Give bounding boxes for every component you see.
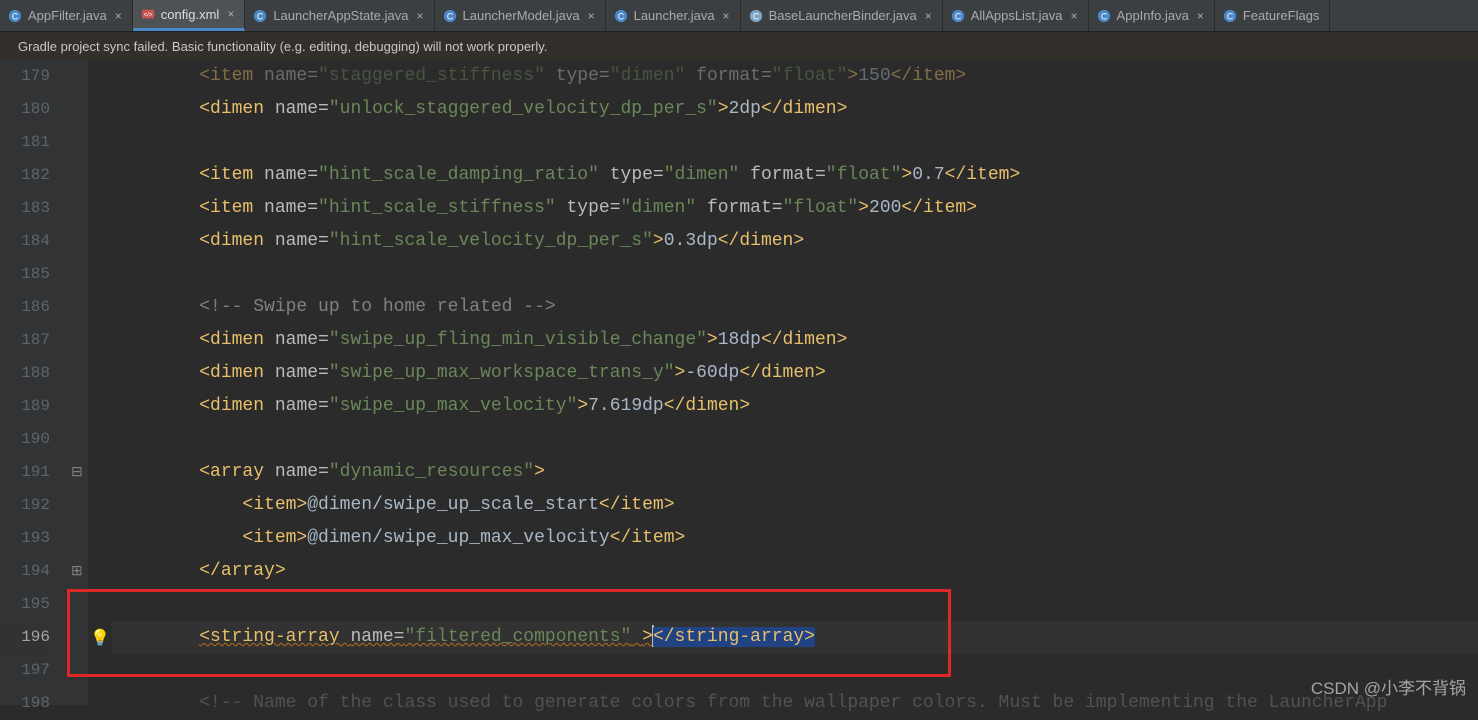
tab-label: AppInfo.java	[1117, 8, 1189, 23]
code-line[interactable]: <item name="staggered_stiffness" type="d…	[156, 60, 1478, 93]
close-icon[interactable]: ×	[416, 9, 423, 23]
tab-label: config.xml	[161, 7, 220, 22]
line-number: 194	[0, 555, 50, 588]
close-icon[interactable]: ×	[723, 9, 730, 23]
close-icon[interactable]: ×	[115, 9, 122, 23]
code-line[interactable]: <array name="dynamic_resources">	[156, 456, 1478, 489]
close-icon[interactable]: ×	[925, 9, 932, 23]
line-number: 184	[0, 225, 50, 258]
svg-text:C: C	[955, 11, 961, 21]
close-icon[interactable]: ×	[588, 9, 595, 23]
line-number: 193	[0, 522, 50, 555]
code-line[interactable]: <dimen name="unlock_staggered_velocity_d…	[156, 93, 1478, 126]
line-number: 181	[0, 126, 50, 159]
class-file-icon: C	[749, 9, 763, 23]
fold-close-icon[interactable]: ⊞	[71, 565, 85, 579]
svg-text:C: C	[446, 11, 452, 21]
close-icon[interactable]: ×	[1071, 9, 1078, 23]
fold-open-icon[interactable]: ⊟	[71, 466, 85, 480]
line-number: 190	[0, 423, 50, 456]
tab-appfilter-java[interactable]: C AppFilter.java ×	[0, 0, 133, 31]
tab-featureflags[interactable]: C FeatureFlags	[1215, 0, 1331, 31]
code-line[interactable]: <string-array name="filtered_components"…	[156, 621, 1478, 654]
tab-launchermodel-java[interactable]: C LauncherModel.java ×	[435, 0, 606, 31]
tab-baselauncherbinder-java[interactable]: C BaseLauncherBinder.java ×	[741, 0, 943, 31]
line-number: 196	[0, 621, 50, 654]
tab-label: AllAppsList.java	[971, 8, 1063, 23]
line-number: 188	[0, 357, 50, 390]
intention-column[interactable]: 💡	[88, 60, 112, 705]
tab-label: FeatureFlags	[1243, 8, 1320, 23]
line-number: 198	[0, 687, 50, 720]
tab-appinfo-java[interactable]: C AppInfo.java ×	[1089, 0, 1215, 31]
tab-label: BaseLauncherBinder.java	[769, 8, 917, 23]
tab-label: LauncherAppState.java	[273, 8, 408, 23]
code-line[interactable]: <dimen name="swipe_up_max_workspace_tran…	[156, 357, 1478, 390]
code-line[interactable]: <item>@dimen/swipe_up_scale_start</item>	[156, 489, 1478, 522]
code-line[interactable]	[156, 258, 1478, 291]
close-icon[interactable]: ×	[227, 7, 234, 21]
code-line[interactable]: <item name="hint_scale_stiffness" type="…	[156, 192, 1478, 225]
code-line[interactable]	[156, 588, 1478, 621]
code-line[interactable]: <item name="hint_scale_damping_ratio" ty…	[156, 159, 1478, 192]
class-file-icon: C	[614, 9, 628, 23]
code-line[interactable]: <dimen name="swipe_up_max_velocity">7.61…	[156, 390, 1478, 423]
code-line[interactable]	[156, 654, 1478, 687]
line-number: 183	[0, 192, 50, 225]
tab-label: Launcher.java	[634, 8, 715, 23]
close-icon[interactable]: ×	[1197, 9, 1204, 23]
svg-text:C: C	[752, 11, 758, 21]
tab-launcher-java[interactable]: C Launcher.java ×	[606, 0, 741, 31]
xml-file-icon: </>	[141, 7, 155, 21]
code-line[interactable]: <item>@dimen/swipe_up_max_velocity</item…	[156, 522, 1478, 555]
class-file-icon: C	[253, 9, 267, 23]
watermark: CSDN @小李不背锅	[1311, 674, 1466, 699]
line-number: 195	[0, 588, 50, 621]
line-number: 192	[0, 489, 50, 522]
editor-tabbar: C AppFilter.java × </> config.xml × C LauncherA…	[0, 0, 1478, 32]
svg-text:C: C	[1227, 11, 1233, 21]
tab-config-xml[interactable]: </> config.xml ×	[133, 0, 246, 31]
code-line[interactable]: <dimen name="swipe_up_fling_min_visible_…	[156, 324, 1478, 357]
tab-allappslist-java[interactable]: C AllAppsList.java ×	[943, 0, 1089, 31]
fold-column[interactable]: ⊟⊞	[70, 60, 88, 705]
code-line[interactable]: <dimen name="hint_scale_velocity_dp_per_…	[156, 225, 1478, 258]
svg-text:</>: </>	[143, 12, 152, 19]
code-line[interactable]: </array>	[156, 555, 1478, 588]
tab-launcherappstate-java[interactable]: C LauncherAppState.java ×	[245, 0, 434, 31]
line-number: 185	[0, 258, 50, 291]
code-line[interactable]	[156, 126, 1478, 159]
class-file-icon: C	[443, 9, 457, 23]
tab-label: AppFilter.java	[28, 8, 107, 23]
code-line[interactable]: <!-- Swipe up to home related -->	[156, 291, 1478, 324]
svg-text:C: C	[617, 11, 623, 21]
intention-bulb-icon[interactable]: 💡	[90, 628, 110, 648]
line-number: 189	[0, 390, 50, 423]
class-file-icon: C	[1097, 9, 1111, 23]
tab-label: LauncherModel.java	[463, 8, 580, 23]
svg-text:C: C	[257, 11, 263, 21]
line-number: 186	[0, 291, 50, 324]
code-line[interactable]: <!-- Name of the class used to generate …	[156, 687, 1478, 720]
svg-text:C: C	[12, 11, 18, 21]
line-number-gutter: 1791801811821831841851861871881891901911…	[0, 60, 70, 705]
code-area[interactable]: <item name="staggered_stiffness" type="d…	[112, 60, 1478, 705]
line-number: 180	[0, 93, 50, 126]
editor[interactable]: 1791801811821831841851861871881891901911…	[0, 60, 1478, 705]
svg-text:C: C	[1100, 11, 1106, 21]
class-file-icon: C	[951, 9, 965, 23]
class-file-icon: C	[8, 9, 22, 23]
line-number: 191	[0, 456, 50, 489]
line-number: 182	[0, 159, 50, 192]
infobar-text: Gradle project sync failed. Basic functi…	[18, 39, 547, 54]
line-number: 187	[0, 324, 50, 357]
code-line[interactable]	[156, 423, 1478, 456]
line-number: 197	[0, 654, 50, 687]
class-file-icon: C	[1223, 9, 1237, 23]
gradle-sync-failed-bar: Gradle project sync failed. Basic functi…	[0, 32, 1478, 60]
line-number: 179	[0, 60, 50, 93]
